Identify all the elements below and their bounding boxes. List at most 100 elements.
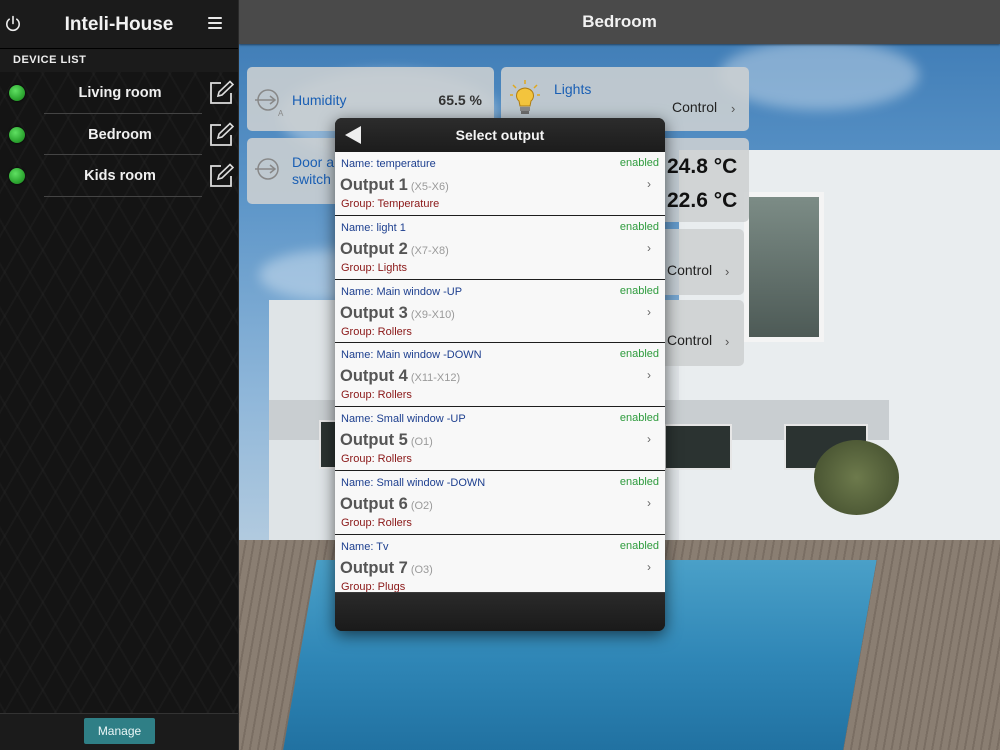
output-pins: (X5-X6) <box>410 181 449 193</box>
status-badge: enabled <box>619 157 659 169</box>
temperature-tile[interactable]: 24.8 °C 22.6 °C <box>659 138 749 222</box>
svg-text:A: A <box>278 109 284 117</box>
dialog-footer <box>335 592 665 631</box>
manage-button[interactable]: Manage <box>84 718 155 744</box>
device-item-bedroom[interactable]: Bedroom <box>0 116 238 158</box>
sensor-icon <box>255 158 279 180</box>
output-name: Name: Small window -DOWN <box>341 476 486 489</box>
chevron-right-icon: › <box>647 368 651 383</box>
chevron-right-icon: › <box>647 240 651 255</box>
temperature-value-2: 22.6 °C <box>667 189 738 212</box>
select-output-dialog: Select output Name: temperature enabled … <box>335 118 665 631</box>
output-item-3[interactable]: Name: Main window -UP enabled Output 3 (X… <box>335 279 665 344</box>
output-title: Output 7 (O3) <box>340 559 433 578</box>
app-title: Inteli-House <box>64 14 174 35</box>
door-label-line1: Door al <box>292 154 338 170</box>
output-name: Name: light 1 <box>341 221 406 234</box>
humidity-value: 65.5 % <box>438 92 482 108</box>
output-item-1[interactable]: Name: temperature enabled Output 1 (X5-X6… <box>335 152 665 216</box>
output-group: Group: Rollers <box>341 453 412 466</box>
device-item-living-room[interactable]: Living room <box>0 74 238 116</box>
edit-pencil-icon[interactable] <box>208 163 234 189</box>
sidebar-header: Inteli-House <box>0 0 238 48</box>
output-title: Output 1 (X5-X6) <box>340 176 449 195</box>
output-label: Output 5 <box>340 431 408 450</box>
output-title: Output 3 (X9-X10) <box>340 304 455 323</box>
chevron-right-icon: › <box>725 334 730 349</box>
status-badge: enabled <box>619 539 659 552</box>
status-badge: enabled <box>619 348 659 361</box>
device-name: Bedroom <box>88 126 152 143</box>
status-badge: enabled <box>619 284 659 297</box>
edit-pencil-icon[interactable] <box>208 121 234 148</box>
output-group: Group: Temperature <box>341 198 440 210</box>
output-group: Group: Rollers <box>341 325 412 338</box>
output-name: Name: Small window -UP <box>341 413 466 426</box>
output-title: Output 2 (X7-X8) <box>340 240 449 259</box>
control-a-label[interactable]: Control <box>667 262 712 278</box>
status-badge: enabled <box>619 412 659 425</box>
output-group: Group: Rollers <box>341 389 412 402</box>
humidity-label: Humidity <box>292 92 347 108</box>
output-group: Group: Lights <box>341 261 408 274</box>
lights-label: Lights <box>554 81 592 97</box>
chevron-right-icon: › <box>647 177 651 191</box>
output-name: Name: Main window -UP <box>341 285 463 298</box>
output-label: Output 4 <box>340 367 408 386</box>
output-group: Group: Rollers <box>341 516 412 529</box>
output-label: Output 6 <box>340 494 408 513</box>
output-title: Output 4 (X11-X12) <box>340 367 460 386</box>
output-group: Group: Plugs <box>341 580 406 593</box>
chevron-right-icon: › <box>725 264 730 279</box>
output-item-4[interactable]: Name: Main window -DOWN enabled Output 4… <box>335 343 665 408</box>
chevron-right-icon: › <box>647 432 651 447</box>
output-name: Name: Main window -DOWN <box>341 349 482 362</box>
status-dot-icon <box>9 168 25 184</box>
device-name: Living room <box>78 85 162 101</box>
output-pins: (X7-X8) <box>410 244 449 257</box>
edit-pencil-icon[interactable] <box>208 80 234 106</box>
status-badge: enabled <box>619 475 659 488</box>
output-name: Name: temperature <box>341 158 436 170</box>
status-badge: enabled <box>619 220 659 233</box>
output-pins: (O2) <box>410 499 433 512</box>
status-dot-icon <box>9 126 25 143</box>
output-item-5[interactable]: Name: Small window -UP enabled Output 5(… <box>335 407 665 471</box>
chevron-right-icon: › <box>647 559 651 574</box>
output-item-7[interactable]: Name: Tv enabled Output 7 (O3) › Group: P… <box>335 534 665 593</box>
sensor-icon: A <box>255 89 284 117</box>
light-bulb-icon <box>510 80 540 114</box>
chevron-right-icon: › <box>647 304 651 319</box>
room-title: Bedroom <box>239 0 1000 44</box>
output-title: Output 5 (O1) <box>340 431 433 450</box>
output-pins: (X9-X10) <box>410 308 455 321</box>
output-name: Name: Tv <box>341 540 389 553</box>
hamburger-menu-icon[interactable] <box>208 17 222 29</box>
output-item-2[interactable]: Name: light 1 enabled Output 2 (X7-X8) › … <box>335 215 665 280</box>
output-pins: (X11-X12) <box>410 372 461 385</box>
output-label: Output 2 <box>340 239 408 258</box>
output-title: Output 6 (O2) <box>340 495 433 514</box>
output-list[interactable]: Name: temperature enabled Output 1 (X5-X6… <box>335 152 665 593</box>
dialog-header: Select output <box>335 118 665 152</box>
device-name: Kids room <box>84 168 156 184</box>
output-label: Output 7 <box>340 558 408 577</box>
control-tile-b[interactable]: Control › <box>659 300 744 366</box>
output-pins: (O3) <box>410 563 433 576</box>
output-label: Output 3 <box>340 303 408 322</box>
device-item-kids-room[interactable]: Kids room <box>0 157 238 199</box>
output-label: Output 1 <box>340 176 408 194</box>
chevron-right-icon: › <box>731 101 736 116</box>
sidebar-footer: Manage <box>0 713 238 750</box>
control-b-label[interactable]: Control <box>667 332 712 348</box>
output-pins: (O1) <box>410 436 433 449</box>
door-label-line2: switch <box>292 171 331 187</box>
status-dot-icon <box>9 85 25 101</box>
temperature-value-1: 24.8 °C <box>667 155 738 178</box>
control-tile-a[interactable]: Control › <box>659 229 744 295</box>
chevron-right-icon: › <box>647 495 651 510</box>
dialog-title: Select output <box>455 127 545 143</box>
device-list: Living room Bedroom Kids room <box>0 74 238 199</box>
output-item-6[interactable]: Name: Small window -DOWN enabled Output … <box>335 470 665 535</box>
lights-control[interactable]: Control <box>672 99 717 115</box>
